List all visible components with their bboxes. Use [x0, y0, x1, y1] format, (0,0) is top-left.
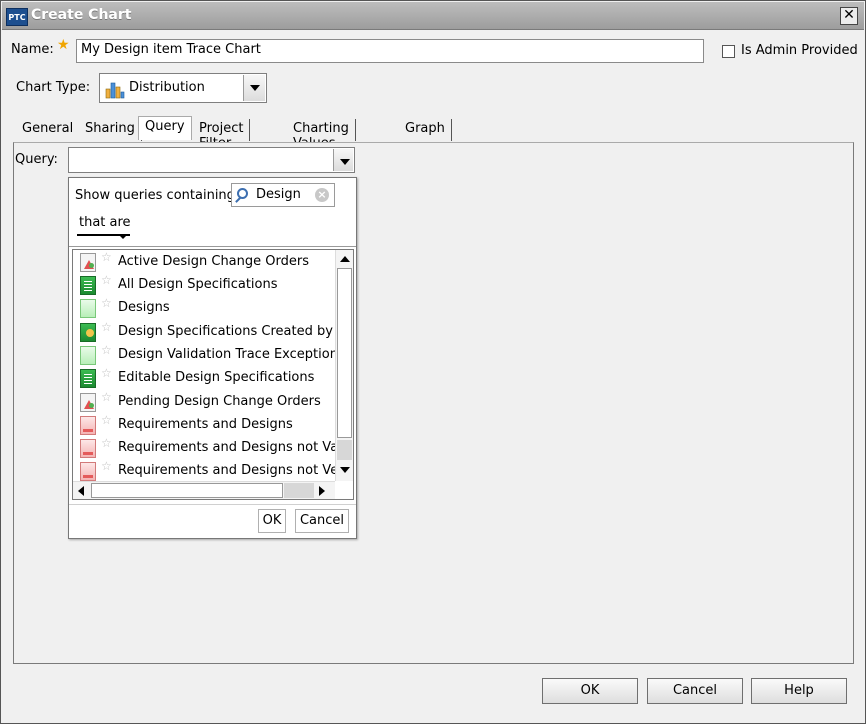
distribution-chart-icon: [105, 82, 125, 99]
green-document-icon: [80, 276, 96, 295]
help-button[interactable]: Help: [751, 678, 847, 704]
title-bar[interactable]: PTC Create Chart ✕: [2, 2, 864, 30]
create-chart-dialog: PTC Create Chart ✕ Name: ★ My Design ite…: [0, 0, 866, 724]
favorite-star-icon[interactable]: ☆: [101, 296, 112, 310]
show-queries-label: Show queries containing: [75, 188, 235, 203]
scroll-up-icon[interactable]: [340, 256, 350, 262]
is-admin-provided-label: Is Admin Provided: [741, 43, 858, 58]
list-item-label: Design Specifications Created by -: [118, 324, 335, 339]
red-document-icon: [80, 462, 96, 481]
list-item-label: Active Design Change Orders: [118, 254, 309, 269]
query-search-input[interactable]: Design ×: [231, 183, 335, 207]
divider: [69, 246, 356, 247]
horizontal-scrollbar[interactable]: [73, 481, 335, 499]
list-item[interactable]: ☆ Designs: [73, 296, 335, 319]
list-item-label: Designs: [118, 300, 170, 315]
favorite-star-icon[interactable]: ☆: [101, 436, 112, 450]
clear-search-icon[interactable]: ×: [315, 188, 329, 202]
required-star-icon: ★: [57, 37, 70, 53]
name-input[interactable]: My Design item Trace Chart: [76, 39, 704, 63]
tab-query[interactable]: Query: [138, 116, 192, 140]
tab-charting-values[interactable]: Charting Values: [287, 119, 356, 151]
filter-dropdown[interactable]: that are: [79, 215, 131, 230]
list-item[interactable]: ☆ Requirements and Designs not Vali: [73, 436, 335, 459]
list-item-label: All Design Specifications: [118, 277, 278, 292]
list-item[interactable]: ☆ Requirements and Designs not Ver: [73, 459, 335, 481]
search-icon: [237, 188, 248, 199]
query-search-value: Design: [256, 187, 301, 202]
list-item-label: Requirements and Designs not Vali: [118, 440, 335, 455]
query-list[interactable]: ☆ Active Design Change Orders ☆ All Desi…: [72, 249, 354, 500]
favorite-star-icon[interactable]: ☆: [101, 413, 112, 427]
horizontal-scroll-thumb[interactable]: [91, 483, 283, 498]
ptc-logo-icon: PTC: [6, 8, 28, 26]
list-item-label: Pending Design Change Orders: [118, 394, 321, 409]
favorite-star-icon[interactable]: ☆: [101, 459, 112, 473]
list-item-label: Requirements and Designs: [118, 417, 293, 432]
scroll-track: [284, 483, 314, 498]
list-item[interactable]: ☆ Editable Design Specifications: [73, 366, 335, 389]
favorite-star-icon[interactable]: ☆: [101, 273, 112, 287]
popup-cancel-button[interactable]: Cancel: [295, 509, 349, 533]
list-item[interactable]: ☆ All Design Specifications: [73, 273, 335, 296]
green-document-icon: [80, 369, 96, 388]
favorite-star-icon[interactable]: ☆: [101, 366, 112, 380]
red-document-icon: [80, 439, 96, 458]
vertical-scrollbar[interactable]: [335, 250, 353, 481]
dialog-title: Create Chart: [31, 7, 132, 23]
cancel-button[interactable]: Cancel: [647, 678, 743, 704]
close-icon: ✕: [843, 7, 855, 23]
list-item-label: Design Validation Trace Exceptions: [118, 347, 335, 362]
list-item[interactable]: ☆ Design Specifications Created by -: [73, 320, 335, 343]
list-item-label: Editable Design Specifications: [118, 370, 315, 385]
favorite-star-icon[interactable]: ☆: [101, 343, 112, 357]
chart-type-select[interactable]: Distribution: [99, 73, 267, 103]
list-item[interactable]: ☆ Pending Design Change Orders: [73, 390, 335, 413]
tab-sharing[interactable]: Sharing: [79, 119, 142, 141]
scroll-down-icon[interactable]: [340, 467, 350, 473]
query-picker-popup: Show queries containing Design × that ar…: [68, 177, 357, 539]
chart-type-value: Distribution: [129, 80, 205, 95]
tab-project-filter[interactable]: Project Filter: [193, 119, 251, 151]
red-document-icon: [80, 416, 96, 435]
list-item[interactable]: ☆ Active Design Change Orders: [73, 250, 335, 273]
chart-type-label: Chart Type:: [16, 80, 91, 95]
list-item-label: Requirements and Designs not Ver: [118, 463, 335, 478]
ok-button[interactable]: OK: [542, 678, 638, 704]
popup-ok-button[interactable]: OK: [258, 509, 286, 533]
is-admin-provided-checkbox[interactable]: [722, 45, 735, 58]
scroll-left-icon[interactable]: [78, 486, 84, 496]
scroll-track: [337, 440, 352, 460]
favorite-star-icon[interactable]: ☆: [101, 390, 112, 404]
light-green-document-icon: [80, 299, 96, 318]
vertical-scroll-thumb[interactable]: [337, 268, 352, 438]
change-order-icon: [80, 393, 96, 412]
close-button[interactable]: ✕: [840, 7, 858, 25]
favorite-star-icon[interactable]: ☆: [101, 250, 112, 264]
favorite-star-icon[interactable]: ☆: [101, 320, 112, 334]
name-label: Name:: [11, 42, 54, 57]
chevron-down-icon[interactable]: [333, 149, 353, 171]
query-select[interactable]: [68, 147, 355, 173]
scroll-right-icon[interactable]: [319, 486, 325, 496]
triangle-down-icon: [119, 235, 127, 239]
change-order-icon: [80, 253, 96, 272]
light-green-document-icon: [80, 346, 96, 365]
tab-graph[interactable]: Graph: [399, 119, 452, 141]
chevron-down-icon[interactable]: [243, 75, 265, 101]
document-person-icon: [80, 323, 96, 342]
list-item[interactable]: ☆ Requirements and Designs: [73, 413, 335, 436]
list-item[interactable]: ☆ Design Validation Trace Exceptions: [73, 343, 335, 366]
query-label: Query:: [15, 152, 58, 167]
tab-general[interactable]: General: [16, 119, 81, 141]
divider: [69, 504, 356, 505]
